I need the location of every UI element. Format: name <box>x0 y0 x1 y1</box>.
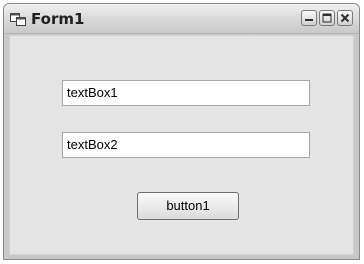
button1-label: button1 <box>166 198 210 213</box>
title-bar[interactable]: Form1 <box>4 4 359 34</box>
form-window: Form1 textBox1 textBox2 button1 <box>3 3 360 260</box>
textbox2-value: textBox2 <box>67 137 118 152</box>
close-button[interactable] <box>337 10 353 26</box>
minimize-icon <box>302 11 316 25</box>
minimize-button[interactable] <box>301 10 317 26</box>
window-bottom-border <box>4 255 359 259</box>
close-icon <box>338 11 352 25</box>
textbox1-input[interactable]: textBox1 <box>62 80 310 106</box>
maximize-button[interactable] <box>319 10 335 26</box>
button1[interactable]: button1 <box>137 192 239 220</box>
form-window-icon[interactable] <box>10 11 26 27</box>
window-title: Form1 <box>31 10 85 28</box>
maximize-icon <box>320 11 334 25</box>
form-client-area: textBox1 textBox2 button1 <box>9 35 354 255</box>
textbox2-input[interactable]: textBox2 <box>62 132 310 158</box>
textbox1-value: textBox1 <box>67 85 118 100</box>
screenshot-stage: Form1 textBox1 textBox2 button1 <box>0 0 364 264</box>
